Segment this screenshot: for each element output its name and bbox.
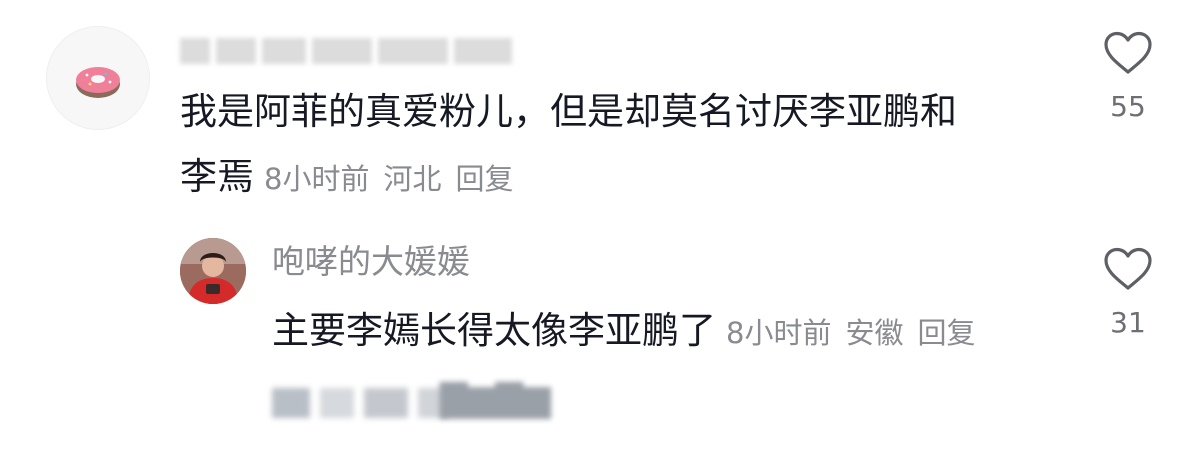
reply-avatar[interactable] bbox=[180, 238, 246, 304]
heart-icon[interactable] bbox=[1102, 30, 1154, 76]
donut-icon bbox=[76, 67, 120, 98]
reply-like[interactable]: 31 bbox=[1100, 246, 1156, 339]
comment-reply-button[interactable]: 回复 bbox=[455, 162, 513, 196]
comment-time: 8小时前 bbox=[264, 162, 370, 196]
commenter-username-blurred[interactable] bbox=[180, 34, 512, 68]
commenter-avatar[interactable] bbox=[46, 26, 150, 130]
comment-thread: 我是阿菲的真爱粉儿，但是却莫名讨厌李亚鹏和 李焉 8小时前 河北 回复 55 咆哮的大… bbox=[0, 0, 1200, 469]
comment-text-line2: 李焉 bbox=[180, 155, 254, 198]
reply-text: 主要李嫣长得太像李亚鹏了 bbox=[272, 309, 716, 352]
comment-text-line1: 我是阿菲的真爱粉儿，但是却莫名讨厌李亚鹏和 bbox=[180, 90, 957, 133]
person-photo-icon bbox=[180, 238, 246, 304]
reply-like-count: 31 bbox=[1110, 306, 1146, 339]
expand-replies-blurred[interactable] bbox=[272, 383, 448, 423]
comment-like-count: 55 bbox=[1110, 90, 1146, 123]
comment-like[interactable]: 55 bbox=[1100, 30, 1156, 123]
comment-location: 河北 bbox=[383, 162, 442, 196]
reply-reply-button[interactable]: 回复 bbox=[917, 316, 975, 350]
reply-time: 8小时前 bbox=[726, 316, 832, 350]
heart-icon[interactable] bbox=[1102, 246, 1154, 292]
reply-location: 安徽 bbox=[845, 316, 904, 350]
reply-username[interactable]: 咆哮的大媛媛 bbox=[272, 240, 470, 284]
expand-replies-text-blurred[interactable]: ▇▆▇▆ bbox=[440, 378, 551, 419]
comment-text-line2-row: 李焉 8小时前 河北 回复 bbox=[180, 151, 513, 205]
reply-text-row: 主要李嫣长得太像李亚鹏了 8小时前 安徽 回复 bbox=[272, 306, 975, 358]
